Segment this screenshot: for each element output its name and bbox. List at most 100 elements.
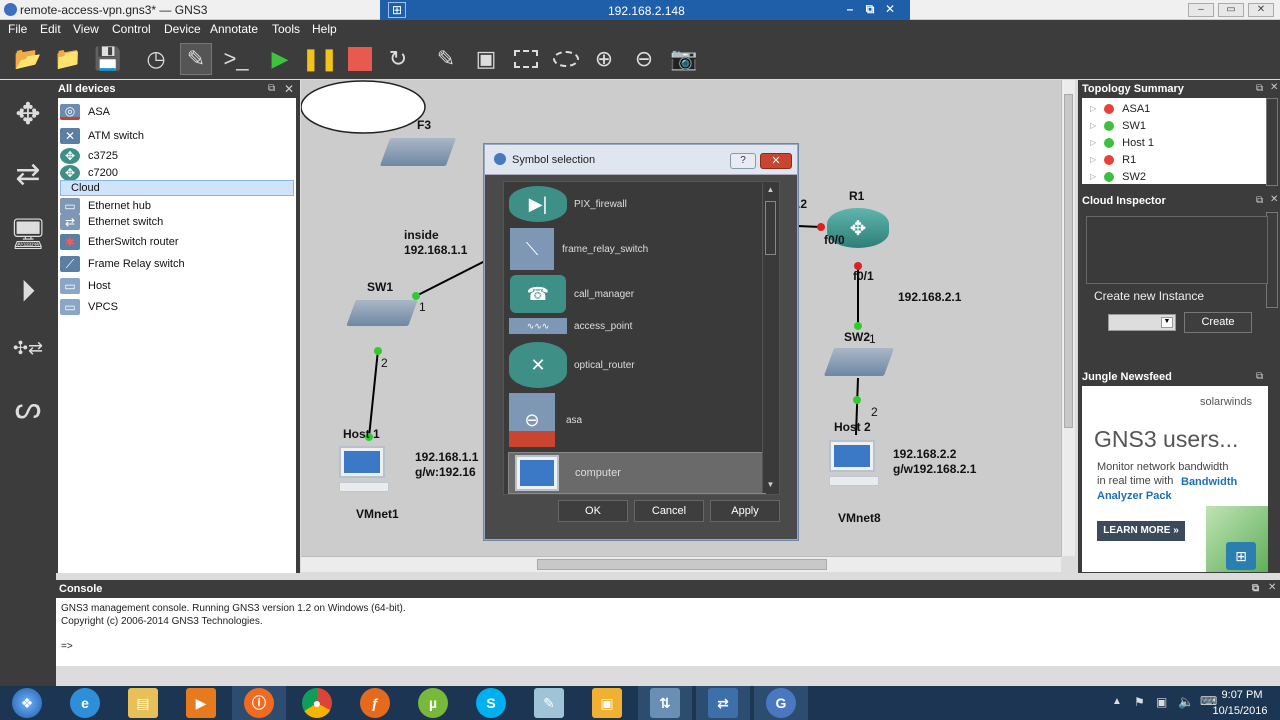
tray-network-icon[interactable]: ▣ (1156, 695, 1167, 709)
expand-arrow-icon[interactable]: ▷ (1090, 172, 1096, 181)
menu-file[interactable]: File (8, 22, 27, 36)
symbol-item-pix-firewall[interactable]: ▶| PIX_firewall (508, 184, 766, 224)
device-item-asa[interactable]: ◎ ASA (60, 102, 294, 122)
console-all-icon[interactable]: >_ (220, 43, 252, 75)
screenshot-icon[interactable]: 📷 (668, 43, 700, 75)
insert-picture-icon[interactable]: ▣ (470, 43, 502, 75)
topology-float-icon[interactable]: ⧉ (1256, 83, 1263, 94)
taskbar-app-active[interactable]: ⓘ (232, 686, 286, 720)
taskbar-skype[interactable]: S (464, 686, 518, 720)
security-devices-icon[interactable]: ⏵ (6, 270, 50, 314)
symbol-item-access-point[interactable]: ∿∿∿ access_point (508, 315, 766, 337)
console-close-icon[interactable]: ✕ (1268, 582, 1276, 593)
dialog-ok-button[interactable]: OK (558, 500, 628, 522)
end-devices-icon[interactable]: 🖥 (6, 212, 50, 256)
zoom-in-icon[interactable]: ⊕ (588, 43, 620, 75)
device-item-host[interactable]: ▭ Host (60, 276, 294, 296)
canvas-vertical-scrollbar[interactable] (1061, 80, 1075, 556)
snapshot-clock-icon[interactable]: ◷ (140, 43, 172, 75)
add-link-icon[interactable]: ᔕ (6, 386, 50, 430)
stop-all-icon[interactable] (344, 43, 376, 75)
restore-button[interactable]: ▭ (1218, 3, 1244, 17)
topology-item-asa1[interactable]: ▷ ASA1 (1090, 100, 1150, 117)
switch-f3-icon[interactable] (379, 138, 457, 166)
minimize-button[interactable]: – (1188, 3, 1214, 17)
topology-close-icon[interactable]: ✕ (1270, 82, 1278, 93)
tray-volume-icon[interactable]: 🔈 (1178, 694, 1194, 710)
new-project-icon[interactable]: 📂 (12, 43, 44, 75)
menu-help[interactable]: Help (312, 22, 337, 36)
taskbar-chrome[interactable]: ● (290, 686, 344, 720)
taskbar-gns3[interactable]: G (754, 686, 808, 720)
symbol-list[interactable]: ▶| PIX_firewall ⟍ frame_relay_switch ☎ c… (503, 181, 780, 495)
cloud-inspector-float-icon[interactable]: ⧉ (1256, 195, 1263, 206)
all-devices-icon[interactable]: ✣⇄ (6, 326, 50, 370)
vertical-scroll-thumb[interactable] (1064, 94, 1073, 428)
menu-control[interactable]: Control (112, 22, 151, 36)
expand-arrow-icon[interactable]: ▷ (1090, 104, 1096, 113)
taskbar-explorer[interactable]: ▤ (116, 686, 170, 720)
taskbar-media[interactable]: ▶ (174, 686, 228, 720)
host1-computer-icon[interactable] (339, 446, 389, 496)
tray-expand-icon[interactable]: ▲ (1112, 696, 1122, 707)
clock-time[interactable]: 9:07 PM (1212, 689, 1272, 701)
menu-view[interactable]: View (73, 22, 99, 36)
dialog-close-button[interactable]: ✕ (760, 153, 792, 169)
console-float-icon[interactable]: ⧉ (1252, 583, 1259, 594)
device-item-frame-relay-switch[interactable]: ⟋ Frame Relay switch (60, 254, 294, 274)
topology-item-r1[interactable]: ▷ R1 (1090, 151, 1136, 168)
horizontal-scroll-thumb[interactable] (537, 559, 827, 570)
cloud-inspector-close-icon[interactable]: ✕ (1270, 194, 1278, 205)
symbol-item-call-manager[interactable]: ☎ call_manager (508, 274, 766, 314)
start-all-icon[interactable]: ▶ (264, 43, 296, 75)
menu-annotate[interactable]: Annotate (210, 22, 258, 36)
save-project-icon[interactable]: 💾 (92, 43, 124, 75)
device-item-atm-switch[interactable]: ✕ ATM switch (60, 126, 294, 146)
taskbar-notepad[interactable]: ✎ (522, 686, 576, 720)
close-button[interactable]: ✕ (1248, 3, 1274, 17)
symbol-list-scrollbar[interactable]: ▲ ▼ (762, 183, 778, 493)
routers-icon[interactable]: ✥ (6, 92, 50, 136)
menu-tools[interactable]: Tools (272, 22, 300, 36)
instance-type-select[interactable]: ▼ (1108, 314, 1176, 331)
console-prompt[interactable]: => (61, 641, 73, 652)
pin-icon[interactable]: ⊞ (388, 2, 406, 18)
draw-rectangle-icon[interactable] (510, 43, 542, 75)
dialog-cancel-button[interactable]: Cancel (634, 500, 704, 522)
topology-scrollbar[interactable] (1266, 98, 1278, 186)
topology-item-sw1[interactable]: ▷ SW1 (1090, 117, 1146, 134)
scroll-down-icon[interactable]: ▼ (765, 480, 776, 491)
clock-date[interactable]: 10/15/2016 (1204, 705, 1276, 717)
dock-close-icon[interactable]: ✕ (284, 82, 294, 96)
remote-restore-button[interactable]: ⧉ (862, 2, 878, 18)
taskbar-firefox[interactable]: ƒ (348, 686, 402, 720)
taskbar-vm[interactable]: ▣ (580, 686, 634, 720)
device-item-vpcs[interactable]: ▭ VPCS (60, 297, 294, 317)
switch-sw1-icon[interactable] (346, 300, 418, 326)
start-button[interactable]: ❖ (0, 686, 54, 720)
dock-float-icon[interactable]: ⧉ (268, 83, 275, 94)
menu-device[interactable]: Device (164, 22, 201, 36)
device-item-cloud[interactable]: Cloud (60, 180, 294, 196)
symbol-item-optical-router[interactable]: ✕ optical_router (508, 341, 766, 389)
remote-close-button[interactable]: ✕ (882, 2, 898, 18)
symbol-item-frame-relay-switch[interactable]: ⟍ frame_relay_switch (508, 226, 766, 272)
switch-sw2-icon[interactable] (823, 348, 895, 376)
taskbar-utorrent[interactable]: µ (406, 686, 460, 720)
newsfeed-ad[interactable]: solarwinds GNS3 users... Monitor network… (1082, 386, 1268, 572)
add-note-icon[interactable]: ✎ (430, 43, 462, 75)
tray-flag-icon[interactable]: ⚑ (1134, 695, 1145, 709)
topology-item-host1[interactable]: ▷ Host 1 (1090, 134, 1154, 151)
show-interface-labels-icon[interactable]: ✎ (180, 43, 212, 75)
menu-edit[interactable]: Edit (40, 22, 61, 36)
symbol-scroll-thumb[interactable] (765, 201, 776, 255)
canvas-horizontal-scrollbar[interactable] (301, 556, 1061, 572)
ad-learn-more-button[interactable]: LEARN MORE » (1097, 521, 1185, 541)
draw-ellipse-icon[interactable] (550, 43, 582, 75)
dialog-help-button[interactable]: ? (730, 153, 756, 169)
reload-all-icon[interactable]: ↻ (382, 43, 414, 75)
remote-minimize-button[interactable]: – (842, 2, 858, 18)
open-project-icon[interactable]: 📁 (52, 43, 84, 75)
taskbar-ie[interactable]: e (58, 686, 112, 720)
expand-arrow-icon[interactable]: ▷ (1090, 121, 1096, 130)
